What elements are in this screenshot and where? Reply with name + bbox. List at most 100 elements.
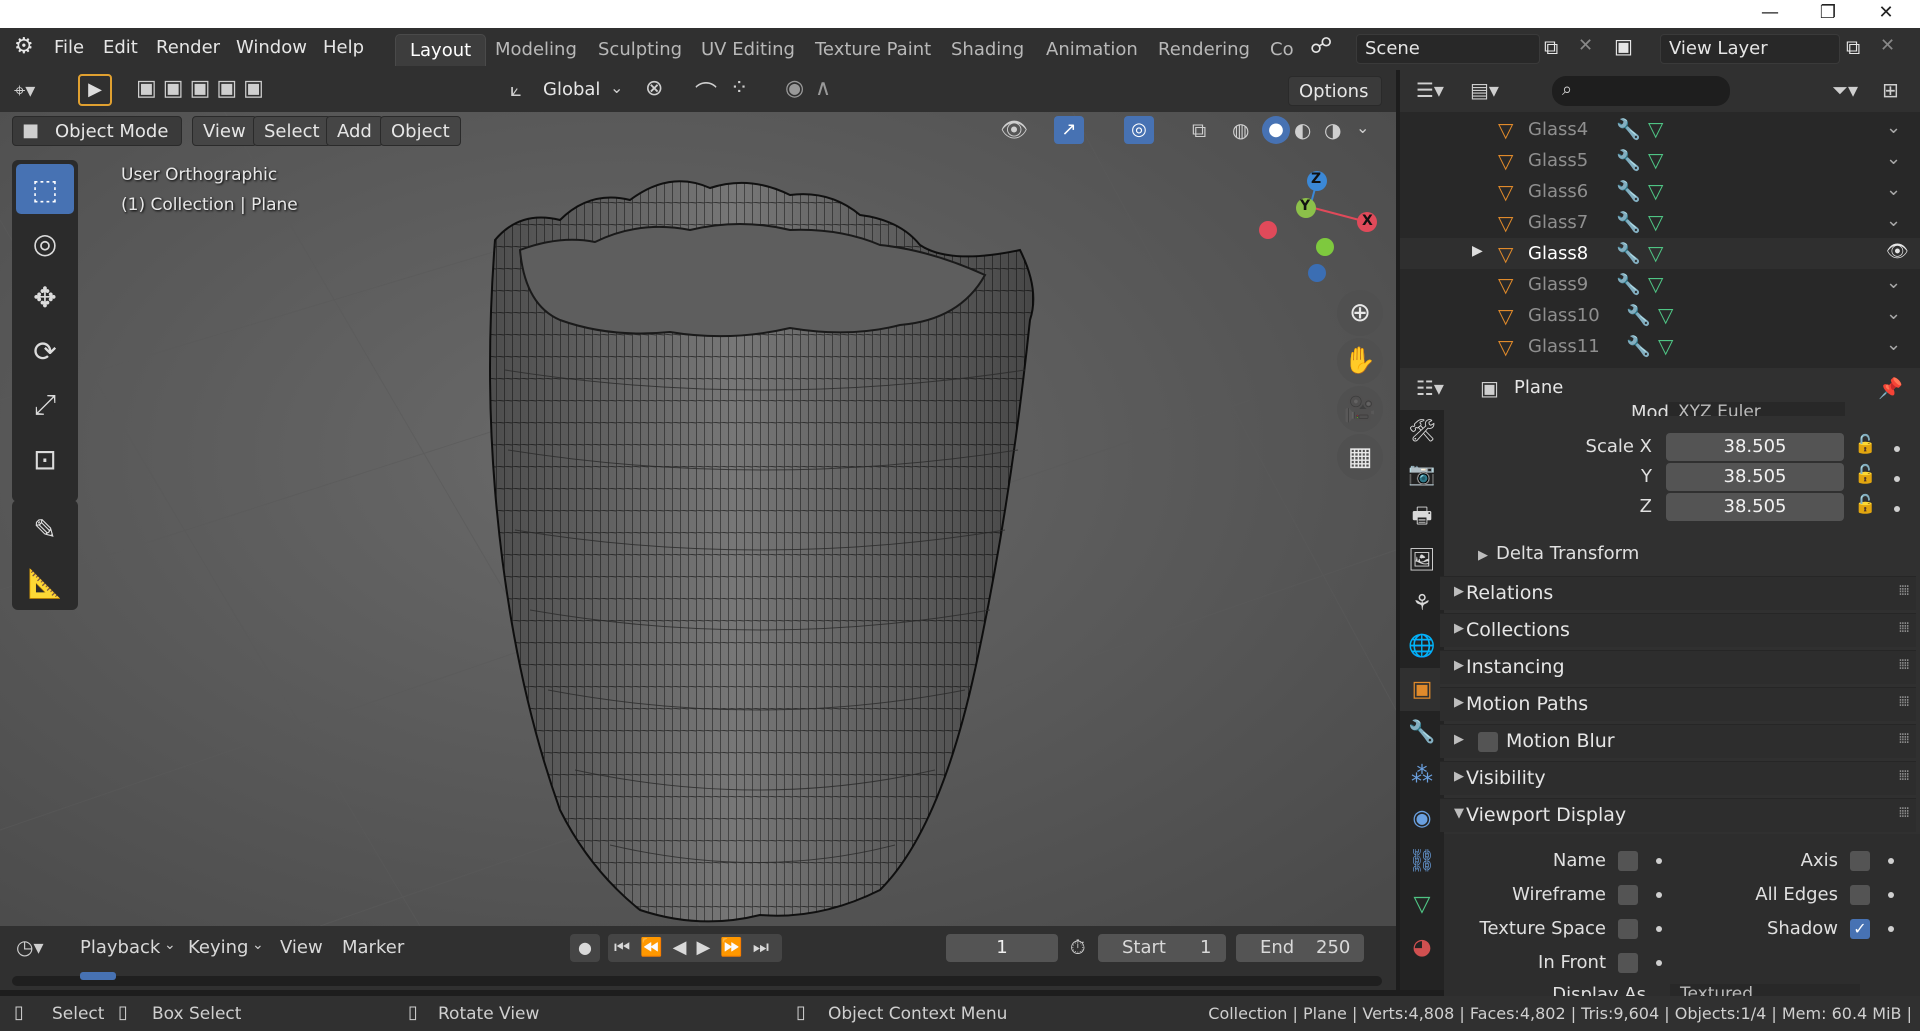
outliner-search-input[interactable]: ⌕ xyxy=(1552,76,1730,106)
add-menu[interactable]: Add xyxy=(326,116,383,146)
shading-options-icon[interactable]: ⌄ xyxy=(1356,118,1369,137)
playback-controls-icons[interactable]: ⏮⏪◀▶⏩⏭ xyxy=(608,934,782,962)
new-scene-icon[interactable]: ⧉ xyxy=(1544,35,1558,59)
solid-shading-icon[interactable]: ● xyxy=(1262,116,1290,144)
menu-render[interactable]: Render xyxy=(156,37,220,58)
wireframe-shading-icon[interactable]: ◍ xyxy=(1232,118,1249,142)
all-edges-checkbox[interactable] xyxy=(1850,885,1870,905)
instancing-panel[interactable]: ▶ Instancing ⁞⁞⁞⁞ xyxy=(1440,650,1916,684)
transform-orientation-icon[interactable]: ⟀ xyxy=(510,77,522,101)
display-mode-icon[interactable]: ☰▾ xyxy=(1416,78,1444,102)
mesh-data-icon[interactable]: ▽ xyxy=(1658,334,1673,358)
close-button[interactable]: ✕ xyxy=(1866,2,1906,23)
mesh-data-icon[interactable]: ▽ xyxy=(1648,148,1663,172)
name-checkbox[interactable] xyxy=(1618,851,1638,871)
grip-icon[interactable]: ⁞⁞⁞⁞ xyxy=(1898,731,1910,747)
material-shading-icon[interactable]: ◐ xyxy=(1294,118,1311,142)
motion-blur-panel[interactable]: ▶ Motion Blur ⁞⁞⁞⁞ xyxy=(1440,724,1916,758)
keyframe-dot-icon[interactable] xyxy=(1894,446,1900,452)
minimize-button[interactable]: — xyxy=(1750,2,1790,23)
delete-view-layer-icon[interactable]: ✕ xyxy=(1880,35,1895,56)
end-frame-field[interactable]: End 250 xyxy=(1236,934,1364,962)
pan-hand-icon[interactable]: ✋ xyxy=(1337,338,1383,384)
outliner-row[interactable]: ▽ Glass7 🔧 ▽ ⌄ xyxy=(1400,207,1920,238)
modifier-icon[interactable]: 🔧 xyxy=(1626,334,1651,358)
grip-icon[interactable]: ⁞⁞⁞⁞ xyxy=(1898,694,1910,710)
pivot-point-icon[interactable]: ⊗ xyxy=(645,76,663,101)
keyframe-dot-icon[interactable] xyxy=(1656,892,1662,898)
menu-edit[interactable]: Edit xyxy=(103,37,138,58)
mesh-data-icon[interactable]: ▽ xyxy=(1648,117,1663,141)
hidden-eye-icon[interactable]: ⌄ xyxy=(1886,334,1901,355)
viewport-display-panel[interactable]: ▼ Viewport Display ⁞⁞⁞⁞ xyxy=(1440,798,1916,832)
blender-logo-icon[interactable]: ⚙ xyxy=(14,34,34,59)
timeline-scrollbar[interactable] xyxy=(12,972,1382,986)
scale-x-field[interactable]: 38.505 xyxy=(1666,433,1844,461)
output-tab-icon[interactable]: 🖶 xyxy=(1400,496,1444,539)
snap-icon[interactable]: ⌒ xyxy=(695,76,717,108)
mesh-data-icon[interactable]: ▽ xyxy=(1648,272,1663,296)
tab-rendering[interactable]: Rendering xyxy=(1144,34,1264,66)
playhead-indicator[interactable] xyxy=(80,972,116,980)
tab-layout[interactable]: Layout xyxy=(395,34,487,66)
falloff-icon[interactable]: ∧ xyxy=(815,76,831,101)
editor-type-icon[interactable]: ⌖▾ xyxy=(14,78,35,102)
select-menu[interactable]: Select xyxy=(253,116,331,146)
lock-icon[interactable]: 🔓 xyxy=(1854,434,1876,455)
properties-editor-type-icon[interactable]: ☷▾ xyxy=(1416,376,1444,400)
keyframe-dot-icon[interactable] xyxy=(1888,858,1894,864)
mesh-data-icon[interactable]: ▽ xyxy=(1658,303,1673,327)
snap-target-icon[interactable]: ⁘ xyxy=(730,76,748,101)
modifier-icon[interactable]: 🔧 xyxy=(1616,117,1641,141)
keyframe-dot-icon[interactable] xyxy=(1656,858,1662,864)
timer-icon[interactable]: ⏱ xyxy=(1070,935,1086,959)
scale-tool-icon[interactable]: ⤢ xyxy=(16,380,74,430)
mesh-data-icon[interactable]: ▽ xyxy=(1648,179,1663,203)
particles-tab-icon[interactable]: ⁂ xyxy=(1400,754,1444,797)
measure-tool-icon[interactable]: 📐 xyxy=(16,558,74,608)
selection-mode-icons[interactable]: ▣▣▣▣▣ xyxy=(136,76,270,101)
modifier-icon[interactable]: 🔧 xyxy=(1616,148,1641,172)
object-menu[interactable]: Object xyxy=(380,116,461,146)
outliner-row[interactable]: ▽ Glass10 🔧 ▽ ⌄ xyxy=(1400,300,1920,331)
grip-icon[interactable]: ⁞⁞⁞⁞ xyxy=(1898,657,1910,673)
outliner-row-active[interactable]: ▶ ▽ Glass8 🔧 ▽ 👁 xyxy=(1400,238,1920,269)
grip-icon[interactable]: ⁞⁞⁞⁞ xyxy=(1898,620,1910,636)
world-tab-icon[interactable]: 🌐 xyxy=(1400,625,1444,668)
grip-icon[interactable]: ⁞⁞⁞⁞ xyxy=(1898,768,1910,784)
maximize-button[interactable]: ❐ xyxy=(1808,2,1848,23)
keyframe-dot-icon[interactable] xyxy=(1894,506,1900,512)
mesh-data-icon[interactable]: ▽ xyxy=(1648,210,1663,234)
keyframe-dot-icon[interactable] xyxy=(1894,476,1900,482)
tab-texture-paint[interactable]: Texture Paint xyxy=(801,34,945,66)
select-tool-icon[interactable]: ▶ xyxy=(78,74,112,106)
select-box-tool-icon[interactable]: ⬚ xyxy=(16,164,74,214)
current-frame-field[interactable]: 1 xyxy=(946,934,1058,962)
visibility-icon[interactable]: 👁 xyxy=(1000,118,1028,143)
tool-tab-icon[interactable]: 🛠 xyxy=(1400,410,1444,453)
xray-icon[interactable]: ⧉ xyxy=(1192,118,1206,142)
delta-transform-subpanel[interactable]: Delta Transform xyxy=(1496,543,1639,564)
constraints-tab-icon[interactable]: ⛓ xyxy=(1400,840,1444,883)
lock-icon[interactable]: 🔓 xyxy=(1854,464,1876,485)
outliner-row[interactable]: ▽ Glass5 🔧 ▽ ⌄ xyxy=(1400,145,1920,176)
hidden-eye-icon[interactable]: ⌄ xyxy=(1886,210,1901,231)
transform-tool-icon[interactable]: ⊡ xyxy=(16,434,74,484)
ortho-grid-icon[interactable]: ▦ xyxy=(1337,434,1383,480)
mesh-data-icon[interactable]: ▽ xyxy=(1648,241,1663,265)
object-tab-icon[interactable]: ▣ xyxy=(1400,668,1444,711)
shadow-checkbox-checked[interactable]: ✓ xyxy=(1850,919,1870,939)
keyframe-dot-icon[interactable] xyxy=(1888,892,1894,898)
view-menu[interactable]: View xyxy=(192,116,257,146)
tab-compositing[interactable]: Co xyxy=(1256,34,1300,66)
tab-shading[interactable]: Shading xyxy=(937,34,1038,66)
texture-space-checkbox[interactable] xyxy=(1618,919,1638,939)
tab-modeling[interactable]: Modeling xyxy=(481,34,591,66)
rendered-shading-icon[interactable]: ◑ xyxy=(1324,118,1341,142)
camera-view-icon[interactable]: 🎥 xyxy=(1337,386,1383,432)
tab-sculpting[interactable]: Sculpting xyxy=(584,34,696,66)
wireframe-checkbox[interactable] xyxy=(1618,885,1638,905)
move-tool-icon[interactable]: ✥ xyxy=(16,272,74,322)
new-view-layer-icon[interactable]: ⧉ xyxy=(1846,35,1860,59)
gizmo-toggle-icon[interactable]: ↗ xyxy=(1054,116,1084,144)
